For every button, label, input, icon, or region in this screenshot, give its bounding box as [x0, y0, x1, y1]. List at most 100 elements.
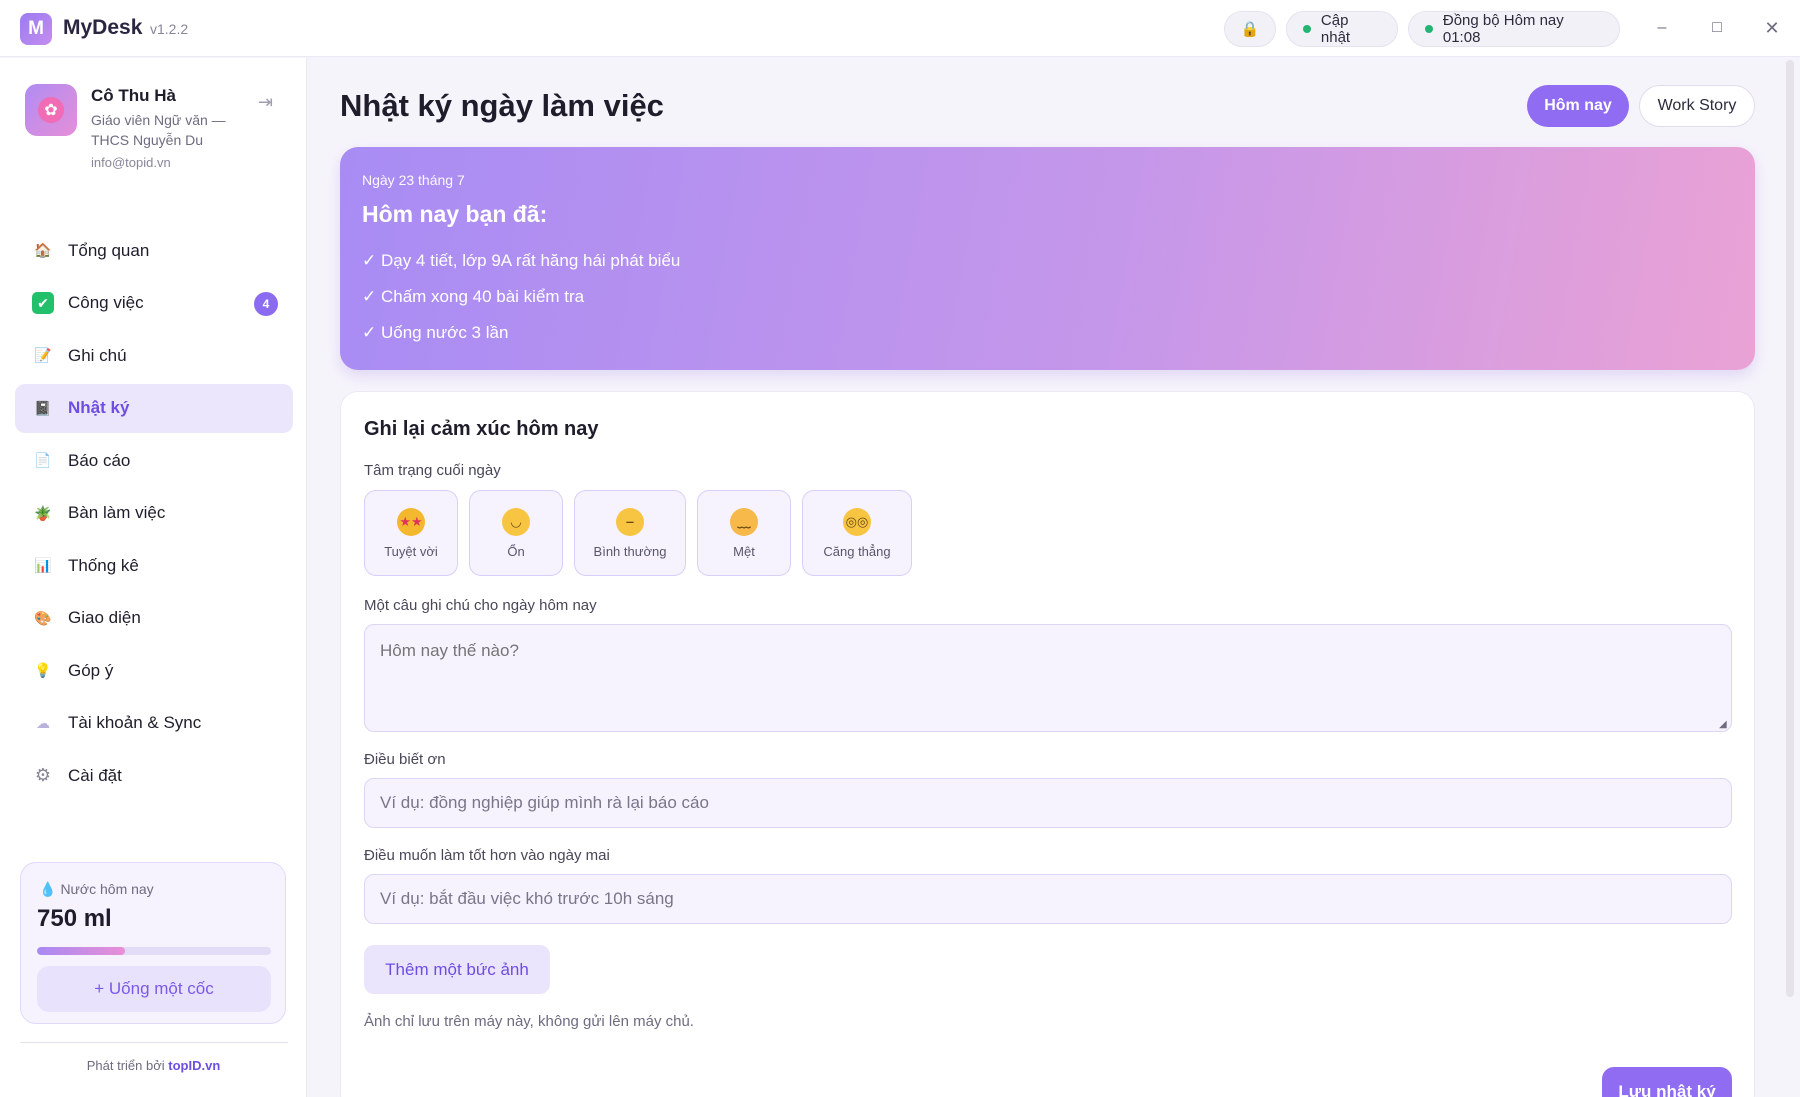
improve-label: Điều muốn làm tốt hơn vào ngày mai [364, 847, 610, 864]
sync-button[interactable]: Đồng bộ Hôm nay 01:08 [1408, 11, 1620, 47]
sidebar-item-tasks[interactable]: ✔ Công việc 4 [15, 279, 293, 328]
neutral-face-icon: ‒ [616, 507, 644, 536]
mood-label: Ổn [507, 543, 525, 559]
bar-chart-icon: 📊 [34, 557, 52, 573]
sidebar-item-label: Công việc [68, 293, 144, 312]
summary-item: ✓ Chấm xong 40 bài kiểm tra [362, 287, 585, 306]
lock-button[interactable]: 🔒 [1224, 11, 1276, 47]
sidebar-item-settings[interactable]: ⚙ Cài đặt [15, 751, 293, 800]
sidebar-item-reports[interactable]: 📄 Báo cáo [15, 436, 293, 485]
water-progress-fill [37, 947, 125, 955]
document-icon: 📄 [34, 452, 52, 468]
tired-face-icon: ﹏ [730, 507, 758, 536]
sidebar-item-label: Tổng quan [68, 240, 150, 260]
sidebar-item-label: Thống kê [68, 555, 139, 575]
sync-label: Đồng bộ Hôm nay 01:08 [1442, 12, 1564, 46]
light-bulb-icon: 💡 [34, 662, 52, 678]
journal-form-card: Ghi lại cảm xúc hôm nay Tâm trạng cuối n… [340, 391, 1755, 1097]
mood-selector: ★★ Tuyệt vời ◡ Ổn ‒ Bình thường ﹏ Mệt ◎◎… [364, 490, 912, 576]
footer-credit: Phát triển bởi topID.vn [86, 1058, 221, 1073]
logout-icon[interactable]: ⇥ [258, 92, 280, 114]
sidebar-item-label: Cài đặt [68, 765, 122, 785]
day-note-textarea[interactable] [364, 624, 1732, 732]
smiling-face-icon: ◡ [502, 507, 530, 536]
summary-list: ✓ Dạy 4 tiết, lớp 9A rất hăng hái phát b… [362, 251, 680, 359]
sidebar: ✿ Cô Thu Hà Giáo viên Ngữ văn — THCS Ngu… [0, 58, 307, 1097]
gratitude-label: Điều biết ơn [364, 751, 446, 768]
drink-cup-button[interactable]: + Uống một cốc [37, 966, 271, 1012]
add-photo-button[interactable]: Thêm một bức ảnh [364, 945, 550, 994]
app-logo: M [20, 13, 52, 45]
app-name: MyDesk [63, 16, 143, 39]
sidebar-item-appearance[interactable]: 🎨 Giao diện [15, 594, 293, 643]
star-struck-face-icon: ★★ [397, 507, 425, 536]
avatar: ✿ [25, 84, 77, 136]
summary-item: ✓ Dạy 4 tiết, lớp 9A rất hăng hái phát b… [362, 251, 681, 270]
mood-option-normal[interactable]: ‒ Bình thường [574, 490, 686, 576]
minimize-button[interactable]: – [1650, 16, 1674, 40]
improve-input[interactable]: Ví dụ: bắt đầu việc khó trước 10h sáng [364, 874, 1732, 924]
summary-date: Ngày 23 tháng 7 [362, 172, 465, 188]
memo-icon: 📝 [34, 347, 52, 363]
mood-label: Bình thường [593, 543, 667, 559]
mood-option-great[interactable]: ★★ Tuyệt vời [364, 490, 458, 576]
summary-item: ✓ Uống nước 3 lần [362, 323, 509, 342]
footer-brand-link[interactable]: topID.vn [168, 1058, 220, 1073]
daily-summary-banner: Ngày 23 tháng 7 Hôm nay bạn đã: ✓ Dạy 4 … [340, 147, 1755, 370]
close-button[interactable]: ✕ [1760, 16, 1784, 40]
mood-option-ok[interactable]: ◡ Ổn [469, 490, 563, 576]
sidebar-item-journal[interactable]: 📓 Nhật ký [15, 383, 293, 433]
cloud-icon: ☁ [36, 714, 50, 731]
title-bar: M MyDesk v1.2.2 🔒 Cập nhật Đồng bộ Hôm n… [0, 0, 1800, 57]
tasks-count-badge: 4 [254, 291, 278, 316]
home-icon: 🏠 [34, 242, 52, 258]
sidebar-item-desk[interactable]: 🪴 Bàn làm việc [15, 489, 293, 538]
sidebar-item-label: Góp ý [68, 660, 114, 680]
sidebar-item-label: Nhật ký [68, 398, 130, 417]
sidebar-item-label: Giao diện [68, 608, 141, 627]
palette-icon: 🎨 [34, 609, 52, 626]
form-title: Ghi lại cảm xúc hôm nay [364, 418, 599, 440]
water-progress-bar [37, 947, 271, 955]
note-label: Một câu ghi chú cho ngày hôm nay [364, 597, 597, 614]
sidebar-item-label: Tài khoản & Sync [68, 713, 202, 732]
checkbox-icon: ✔ [32, 292, 54, 314]
mood-label: Tâm trạng cuối ngày [364, 462, 501, 479]
profile-email: info@topid.vn [91, 155, 171, 170]
lock-icon: 🔒 [1240, 21, 1260, 38]
sidebar-item-label: Ghi chú [68, 345, 127, 365]
summary-heading: Hôm nay bạn đã: [362, 201, 548, 227]
sidebar-item-label: Bàn làm việc [68, 503, 166, 522]
plant-icon: 🪴 [34, 504, 52, 521]
notebook-icon: 📓 [34, 399, 52, 416]
water-label: 💧 Nước hôm nay [39, 881, 154, 897]
mood-label: Tuyệt vời [384, 543, 438, 559]
divider [20, 1042, 288, 1043]
mood-label: Căng thẳng [823, 543, 891, 559]
sidebar-item-notes[interactable]: 📝 Ghi chú [15, 331, 293, 380]
sidebar-item-statistics[interactable]: 📊 Thống kê [15, 541, 293, 590]
sidebar-item-label: Báo cáo [68, 450, 131, 470]
page-title: Nhật ký ngày làm việc [340, 88, 664, 123]
profile-name: Cô Thu Hà [91, 86, 176, 105]
sync-status-dot [1425, 25, 1433, 33]
resize-handle-icon[interactable]: ◢ [1719, 719, 1729, 730]
mood-label: Mệt [733, 543, 755, 559]
water-value: 750 ml [37, 905, 112, 932]
mood-option-tired[interactable]: ﹏ Mệt [697, 490, 791, 576]
gratitude-input[interactable]: Ví dụ: đồng nghiệp giúp mình rà lại báo … [364, 778, 1732, 828]
scrollbar[interactable] [1786, 60, 1794, 997]
maximize-button[interactable]: □ [1705, 16, 1729, 40]
gear-icon: ⚙ [34, 765, 52, 785]
sidebar-item-overview[interactable]: 🏠 Tổng quan [15, 226, 293, 275]
update-button[interactable]: Cập nhật [1286, 11, 1398, 47]
sidebar-item-account-sync[interactable]: ☁ Tài khoản & Sync [15, 699, 293, 748]
update-label: Cập nhật [1320, 12, 1351, 46]
tab-today[interactable]: Hôm nay [1527, 85, 1629, 127]
photo-privacy-note: Ảnh chỉ lưu trên máy này, không gửi lên … [364, 1013, 694, 1030]
mood-option-stressed[interactable]: ◎◎ Căng thẳng [802, 490, 912, 576]
sidebar-item-feedback[interactable]: 💡 Góp ý [15, 646, 293, 695]
save-journal-button[interactable]: Lưu nhật ký [1602, 1067, 1732, 1097]
tab-work-story[interactable]: Work Story [1639, 85, 1755, 127]
update-status-dot [1303, 25, 1311, 33]
